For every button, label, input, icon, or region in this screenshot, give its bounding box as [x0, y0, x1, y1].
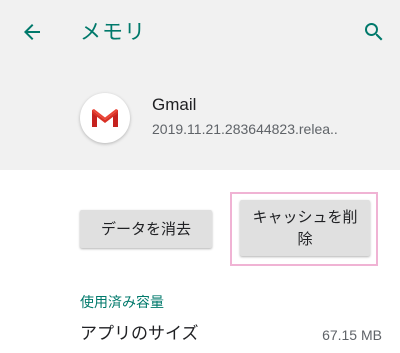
app-icon: [80, 93, 130, 143]
arrow-back-icon: [24, 24, 40, 40]
app-header: Gmail 2019.11.21.283644823.relea..: [0, 64, 400, 170]
clear-data-button[interactable]: データを消去: [80, 210, 212, 248]
storage-section-title: 使用済み容量: [80, 295, 164, 311]
search-button[interactable]: [356, 14, 392, 50]
app-size-label: アプリのサイズ: [80, 324, 199, 344]
gmail-icon: [91, 109, 119, 128]
clear-cache-button[interactable]: キャッシュを削除: [240, 200, 370, 256]
page-title: メモリ: [80, 20, 146, 44]
back-button[interactable]: [14, 14, 50, 50]
app-name: Gmail: [152, 95, 197, 114]
app-size-value: 67.15 MB: [322, 327, 382, 343]
app-bar: メモリ: [0, 0, 400, 64]
search-icon: [365, 23, 383, 41]
app-version: 2019.11.21.283644823.relea..: [152, 121, 338, 137]
